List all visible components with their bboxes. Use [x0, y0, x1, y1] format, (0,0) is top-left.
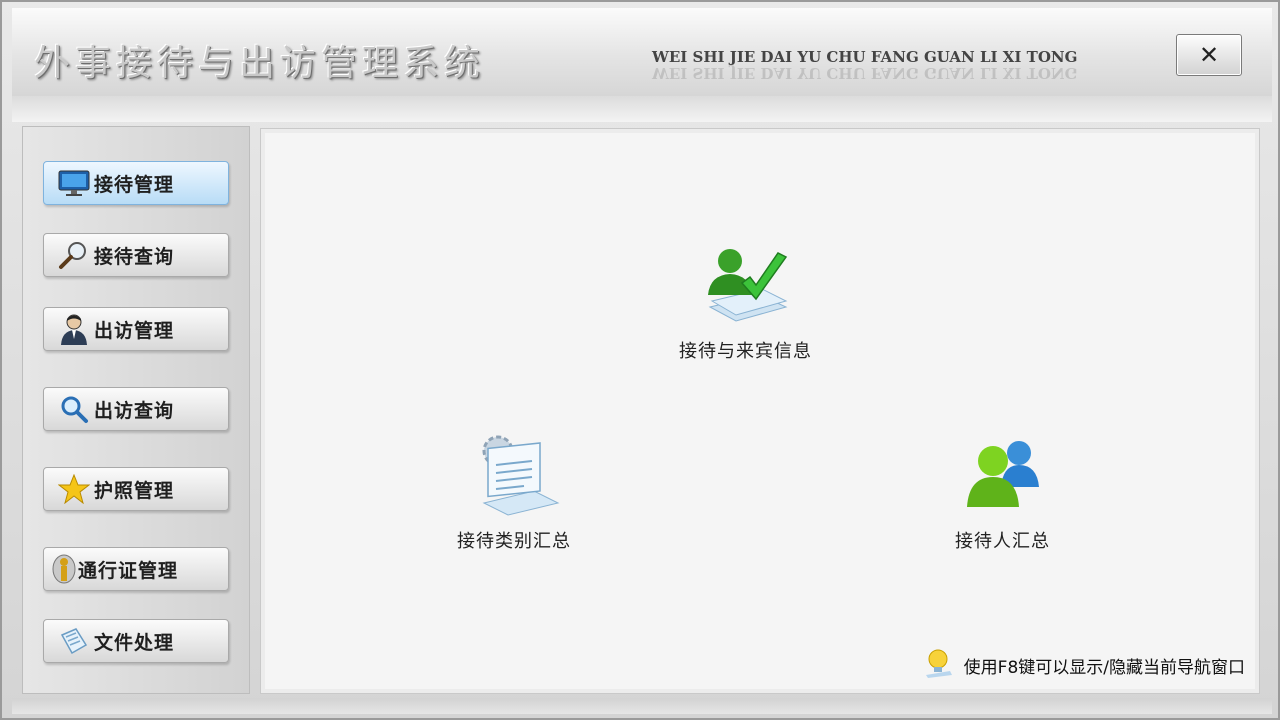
nav-permit-management[interactable]: 通行证管理: [43, 547, 229, 591]
close-icon: ✕: [1198, 41, 1220, 69]
tile-label: 接待与来宾信息: [679, 341, 812, 362]
nav-passport-management[interactable]: 护照管理: [43, 467, 229, 511]
close-button[interactable]: ✕: [1176, 34, 1242, 76]
nav-label: 出访管理: [94, 319, 175, 342]
nav-label: 通行证管理: [78, 559, 179, 582]
search-icon: [54, 391, 94, 427]
document-icon: [54, 623, 94, 659]
nav-label: 护照管理: [94, 479, 175, 502]
nav-reception-query[interactable]: 接待查询: [43, 233, 229, 277]
status-bar: [12, 698, 1272, 714]
title-bar: 外事接待与出访管理系统 WEI SHI JIE DAI YU CHU FANG …: [12, 8, 1272, 97]
hint-text: 使用F8键可以显示/隐藏当前导航窗口: [963, 657, 1245, 678]
users-group-icon: [957, 437, 1049, 521]
person-suit-icon: [54, 311, 94, 347]
magnifier-icon: [54, 237, 94, 273]
nav-document-processing[interactable]: 文件处理: [43, 619, 229, 663]
nav-label: 出访查询: [94, 399, 175, 422]
monitor-icon: [54, 165, 94, 201]
nav-visit-management[interactable]: 出访管理: [43, 307, 229, 351]
app-window: 外事接待与出访管理系统 WEI SHI JIE DAI YU CHU FANG …: [0, 0, 1280, 720]
tile-label: 接待人汇总: [955, 531, 1050, 552]
main-panel: 接待与来宾信息 接待类别汇总 接待人汇总 使用F8键可以显示/隐藏当前导航窗口: [260, 128, 1260, 694]
tile-label: 接待类别汇总: [457, 531, 571, 552]
badge-icon: [50, 551, 78, 587]
nav-label: 接待管理: [94, 173, 175, 196]
app-title: 外事接待与出访管理系统: [34, 43, 486, 84]
document-gear-icon: [464, 433, 564, 521]
app-title-pinyin-reflection: WEI SHI JIE DAI YU CHU FANG GUAN LI XI T…: [652, 64, 1078, 82]
nav-label: 接待查询: [94, 245, 175, 268]
header-divider: [12, 96, 1272, 122]
nav-visit-query[interactable]: 出访查询: [43, 387, 229, 431]
lightbulb-icon: [922, 647, 954, 683]
nav-reception-management[interactable]: 接待管理: [43, 161, 229, 205]
tile-reception-guest-info[interactable]: 接待与来宾信息: [679, 243, 812, 363]
nav-label: 文件处理: [94, 631, 175, 654]
user-check-icon: [698, 243, 794, 331]
star-icon: [54, 471, 94, 507]
sidebar-nav: 接待管理 接待查询 出访管理 出访查询 护照管理 通行证管理 文件处理: [22, 126, 250, 694]
tile-reception-category-summary[interactable]: 接待类别汇总: [457, 433, 571, 553]
tile-receptionist-summary[interactable]: 接待人汇总: [955, 437, 1050, 553]
f8-hint: 使用F8键可以显示/隐藏当前导航窗口: [922, 647, 1245, 683]
